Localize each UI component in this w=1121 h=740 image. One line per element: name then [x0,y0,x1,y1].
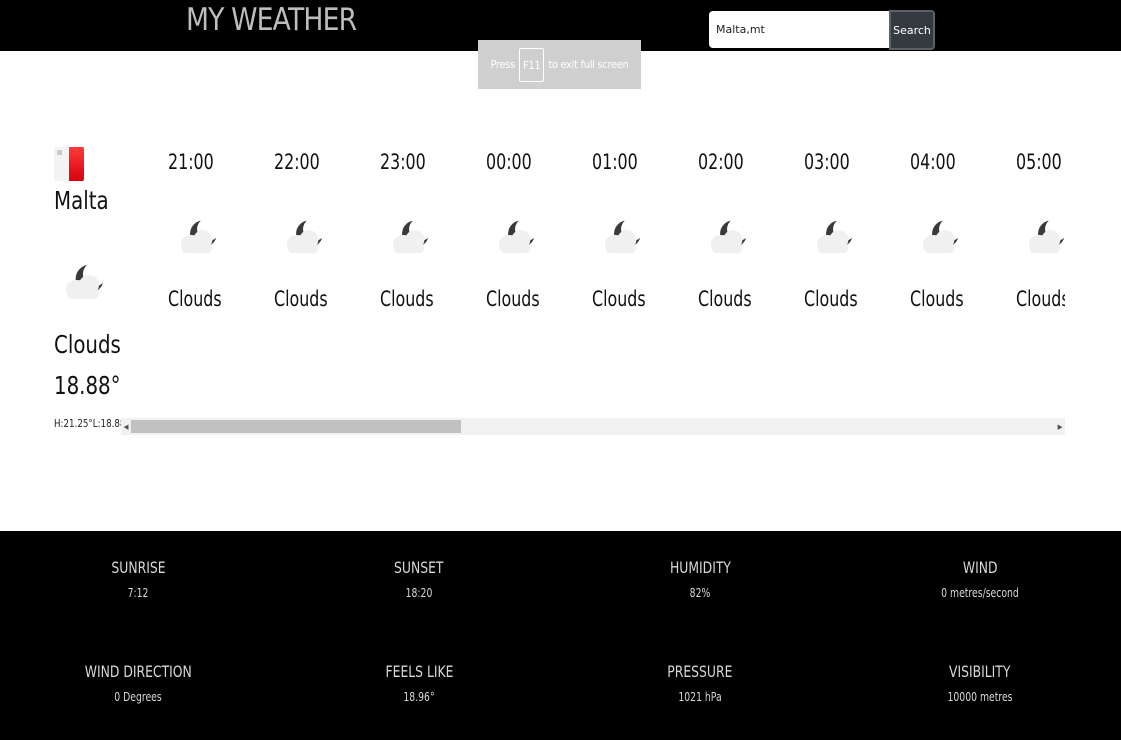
cloud-moon-icon [710,220,747,254]
hourly-item: 22:00 Clouds [266,145,372,315]
stat-wind-direction: WIND DIRECTION 0 Degrees [0,662,278,704]
search-input[interactable] [709,11,891,48]
hour-condition: Clouds [168,287,222,311]
scrollbar-thumb[interactable] [131,420,461,433]
stat-value: 0 Degrees [114,690,162,704]
fullscreen-notice: Press F11 to exit full screen [478,40,641,89]
scroll-left-icon[interactable]: ◀ [121,418,131,435]
hour-condition: Clouds [910,287,964,311]
cloud-moon-icon [498,220,535,254]
hour-condition: Clouds [592,287,646,311]
hour-time: 01:00 [592,150,638,174]
stat-value: 0 metres/second [941,586,1019,600]
cloud-moon-icon [286,220,323,254]
hour-condition: Clouds [380,287,434,311]
hourly-scrollbar[interactable]: ◀ ▶ [121,418,1065,435]
hourly-forecast: 21:00 Clouds 22:00 Clouds 23:00 Clouds 0… [160,145,1065,315]
stat-sunrise: SUNRISE 7:12 [0,558,278,600]
stat-pressure: PRESSURE 1021 hPa [560,662,840,704]
hourly-item: 00:00 Clouds [478,145,584,315]
stat-label: WIND [962,558,998,577]
hour-time: 05:00 [1016,150,1062,174]
stat-label: SUNRISE [110,558,166,577]
cloud-moon-icon [1028,220,1065,254]
details-footer: SUNRISE 7:12 SUNSET 18:20 HUMIDITY 82% W… [0,531,1121,740]
hourly-item: 21:00 Clouds [160,145,266,315]
hour-time: 04:00 [910,150,956,174]
fullscreen-notice-suffix: to exit full screen [548,58,629,71]
stat-value: 82% [689,586,711,600]
stat-wind: WIND 0 metres/second [840,558,1120,600]
stat-label: FEELS LIKE [385,662,453,681]
stat-visibility: VISIBILITY 10000 metres [840,662,1120,704]
search-button[interactable]: Search [889,10,935,50]
stat-feels-like: FEELS LIKE 18.96° [279,662,559,704]
high-low-temperature: H:21.25°L:18.88° [54,417,130,430]
stat-label: VISIBILITY [949,662,1011,681]
cloud-moon-icon [392,220,429,254]
stat-label: SUNSET [394,558,444,577]
stat-value: 7:12 [127,586,149,600]
hour-condition: Clouds [804,287,858,311]
fullscreen-notice-key: F11 [518,47,545,82]
hourly-item: 01:00 Clouds [584,145,690,315]
city-name: Malta [54,186,109,215]
hour-time: 22:00 [274,150,320,174]
brand-title: MY WEATHER [186,2,357,38]
hour-condition: Clouds [274,287,328,311]
stat-value: 18:20 [405,586,433,600]
hour-time: 02:00 [698,150,744,174]
cloud-moon-icon [604,220,641,254]
hourly-item: 05:00 Clouds [1008,145,1065,315]
hourly-item: 02:00 Clouds [690,145,796,315]
stat-humidity: HUMIDITY 82% [560,558,840,600]
stat-value: 1021 hPa [678,690,722,704]
hour-time: 21:00 [168,150,214,174]
cloud-moon-icon [922,220,959,254]
stat-value: 18.96° [403,690,435,704]
hour-condition: Clouds [1016,287,1065,311]
cloud-moon-icon [816,220,853,254]
cloud-moon-icon [180,220,217,254]
stat-label: PRESSURE [667,662,733,681]
stat-label: HUMIDITY [669,558,731,577]
hour-condition: Clouds [486,287,540,311]
hourly-item: 03:00 Clouds [796,145,902,315]
hour-time: 03:00 [804,150,850,174]
stat-value: 10000 metres [947,690,1013,704]
hourly-item: 04:00 Clouds [902,145,1008,315]
fullscreen-notice-press: Press [490,58,515,71]
malta-flag-icon [54,147,84,181]
hour-condition: Clouds [698,287,752,311]
hour-time: 00:00 [486,150,532,174]
hourly-item: 23:00 Clouds [372,145,478,315]
cloud-moon-icon [66,265,103,299]
scroll-right-icon[interactable]: ▶ [1055,418,1065,435]
hour-time: 23:00 [380,150,426,174]
current-temperature: 18.88° [54,371,121,400]
stat-label: WIND DIRECTION [84,662,192,681]
current-condition: Clouds [54,330,121,359]
stat-sunset: SUNSET 18:20 [279,558,559,600]
